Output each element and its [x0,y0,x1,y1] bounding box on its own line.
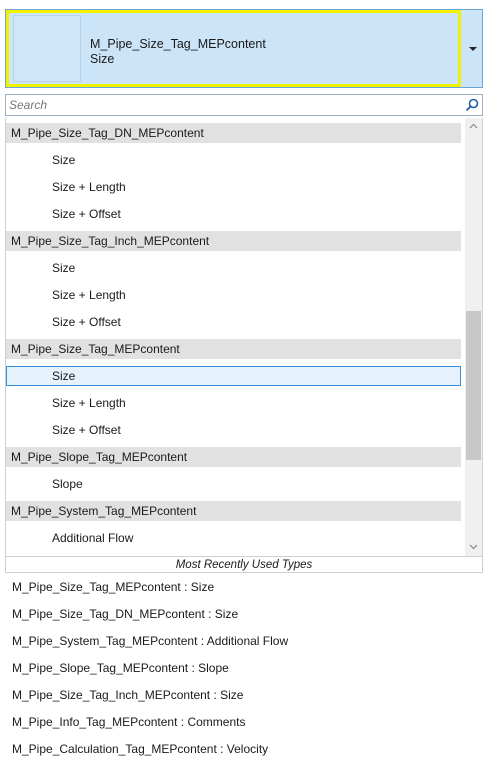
type-group-header[interactable]: M_Pipe_Size_Tag_MEPcontent [6,339,461,359]
search-icon[interactable] [465,98,479,112]
scrollbar[interactable] [465,118,482,556]
mru-item[interactable]: M_Pipe_Info_Tag_MEPcontent : Comments [5,709,245,736]
type-item[interactable]: Size + Offset [6,204,461,224]
mru-header: Most Recently Used Types [5,556,483,573]
type-item[interactable]: Size + Length [6,285,461,305]
mru-item[interactable]: M_Pipe_System_Tag_MEPcontent : Additiona… [5,628,288,655]
type-family-name: M_Pipe_Size_Tag_MEPcontent [90,37,266,51]
mru-item[interactable]: M_Pipe_Slope_Tag_MEPcontent : Slope [5,655,229,682]
scroll-up-arrow-icon[interactable] [469,122,478,131]
chevron-down-icon[interactable] [469,47,477,51]
type-item[interactable]: Size [6,150,461,170]
type-item[interactable]: Size + Length [6,393,461,413]
type-group-header[interactable]: M_Pipe_Size_Tag_DN_MEPcontent [6,123,461,143]
mru-item[interactable]: M_Pipe_Size_Tag_MEPcontent : Size [5,574,214,601]
type-item[interactable]: Size + Offset [6,312,461,332]
type-item[interactable]: Additional Flow [6,528,461,548]
mru-item[interactable]: M_Pipe_Calculation_Tag_MEPcontent : Velo… [5,736,268,763]
type-item[interactable]: Size [6,258,461,278]
type-item[interactable]: Size + Offset [6,420,461,440]
type-name: Size [90,52,115,66]
type-group-header[interactable]: M_Pipe_Slope_Tag_MEPcontent [6,447,461,467]
type-list[interactable]: M_Pipe_Size_Tag_DN_MEPcontent Size Size + … [5,118,483,556]
type-item-selected[interactable]: Size [6,366,461,386]
type-preview-image [13,15,81,82]
scrollbar-thumb[interactable] [466,311,481,460]
type-selector[interactable]: M_Pipe_Size_Tag_MEPcontent Size [5,9,483,88]
type-group-header[interactable]: M_Pipe_Size_Tag_Inch_MEPcontent [6,231,461,251]
type-selector-text: M_Pipe_Size_Tag_MEPcontent Size [90,37,266,67]
search-box[interactable] [5,94,483,116]
type-item[interactable]: Size + Length [6,177,461,197]
type-item[interactable]: Slope [6,474,461,494]
mru-item[interactable]: M_Pipe_Size_Tag_Inch_MEPcontent : Size [5,682,243,709]
mru-item[interactable]: M_Pipe_Size_Tag_DN_MEPcontent : Size [5,601,238,628]
search-input[interactable] [9,97,449,113]
scroll-down-arrow-icon[interactable] [469,542,478,551]
type-group-header[interactable]: M_Pipe_System_Tag_MEPcontent [6,501,461,521]
